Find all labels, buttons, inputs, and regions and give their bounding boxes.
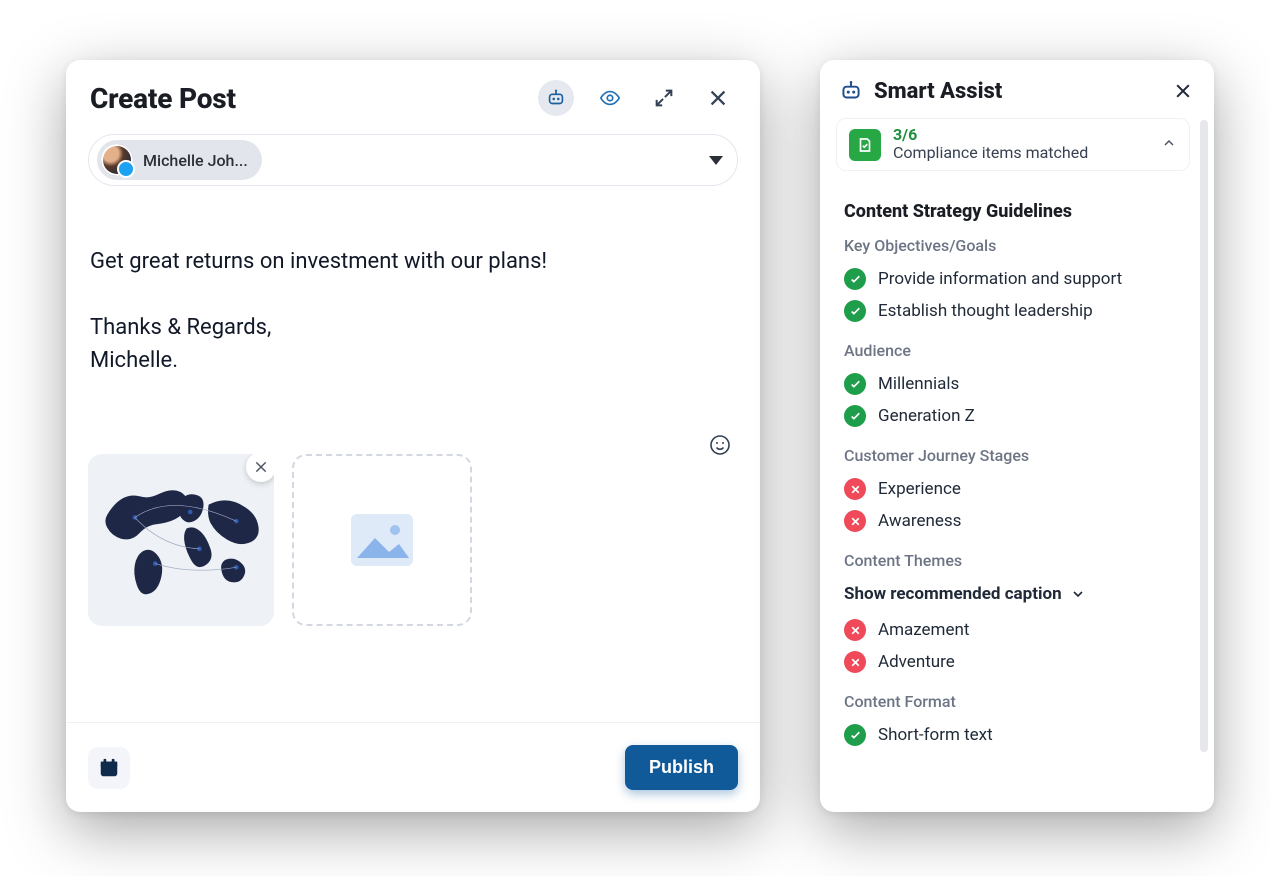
guideline-item: Millennials <box>844 368 1182 400</box>
guideline-label: Short-form text <box>878 725 993 745</box>
compose-header: Create Post <box>66 60 760 126</box>
image-placeholder-icon <box>349 512 415 568</box>
chevron-down-icon <box>1070 586 1086 602</box>
attachment-thumbnail[interactable] <box>88 454 274 626</box>
robot-icon <box>545 87 567 109</box>
close-compose-button[interactable] <box>700 80 736 116</box>
check-icon <box>844 373 866 395</box>
show-recommended-caption[interactable]: Show recommended caption <box>844 578 1182 614</box>
avatar <box>101 144 133 176</box>
smart-assist-header: Smart Assist <box>820 60 1214 114</box>
eye-icon <box>599 87 621 109</box>
show-recommended-label: Show recommended caption <box>844 584 1062 604</box>
subhead-journey: Customer Journey Stages <box>844 446 1182 465</box>
guideline-label: Experience <box>878 479 961 499</box>
expand-button[interactable] <box>646 80 682 116</box>
smile-icon <box>708 433 732 457</box>
guidelines-heading: Content Strategy Guidelines <box>844 201 1182 222</box>
publish-label: Publish <box>649 757 714 777</box>
close-icon <box>253 459 269 475</box>
compliance-label: Compliance items matched <box>893 143 1149 162</box>
guideline-item: Establish thought leadership <box>844 295 1182 327</box>
cross-icon <box>844 478 866 500</box>
guideline-item: Short-form text <box>844 719 1182 751</box>
guideline-item: Awareness <box>844 505 1182 537</box>
emoji-picker-button[interactable] <box>708 400 734 426</box>
calendar-icon <box>98 757 120 779</box>
account-selector[interactable]: Michelle Joh... <box>88 134 738 186</box>
chevron-down-icon <box>709 156 723 165</box>
check-icon <box>844 268 866 290</box>
check-icon <box>844 724 866 746</box>
compose-textarea[interactable]: Get great returns on investment with our… <box>66 186 760 420</box>
check-icon <box>844 300 866 322</box>
guideline-item: Generation Z <box>844 400 1182 432</box>
document-check-icon <box>849 129 881 161</box>
subhead-themes: Content Themes <box>844 551 1182 570</box>
publish-button[interactable]: Publish <box>625 745 738 790</box>
chevron-up-icon <box>1161 135 1177 155</box>
guideline-label: Amazement <box>878 620 969 640</box>
remove-attachment-button[interactable] <box>246 454 274 482</box>
smart-assist-body[interactable]: 3/6 Compliance items matched Content Str… <box>820 114 1214 812</box>
guideline-label: Awareness <box>878 511 961 531</box>
guideline-item: Experience <box>844 473 1182 505</box>
cross-icon <box>844 510 866 532</box>
worldmap-icon <box>98 464 264 602</box>
compose-header-actions <box>538 80 736 116</box>
subhead-format: Content Format <box>844 692 1182 711</box>
compose-title: Create Post <box>90 82 538 115</box>
compose-body-text: Get great returns on investment with our… <box>90 249 547 373</box>
account-chip[interactable]: Michelle Joh... <box>97 140 262 180</box>
cross-icon <box>844 619 866 641</box>
add-attachment-button[interactable] <box>292 454 472 626</box>
account-name: Michelle Joh... <box>143 151 248 170</box>
guideline-item: Amazement <box>844 614 1182 646</box>
schedule-button[interactable] <box>88 747 130 789</box>
create-post-panel: Create Post <box>66 60 760 812</box>
guideline-label: Generation Z <box>878 406 975 426</box>
close-icon <box>1173 81 1193 101</box>
subhead-audience: Audience <box>844 341 1182 360</box>
scrollbar[interactable] <box>1200 120 1208 752</box>
compliance-count: 3/6 <box>893 127 1149 143</box>
attachments-row <box>66 420 760 636</box>
guideline-label: Adventure <box>878 652 955 672</box>
check-icon <box>844 405 866 427</box>
close-smart-assist-button[interactable] <box>1170 78 1196 104</box>
compliance-text: 3/6 Compliance items matched <box>893 127 1149 162</box>
compliance-summary[interactable]: 3/6 Compliance items matched <box>836 118 1190 171</box>
guideline-item: Provide information and support <box>844 263 1182 295</box>
subhead-key-objectives: Key Objectives/Goals <box>844 236 1182 255</box>
smart-assist-panel: Smart Assist 3/6 Compliance items matche… <box>820 60 1214 812</box>
robot-icon <box>838 78 864 104</box>
guideline-label: Establish thought leadership <box>878 301 1093 321</box>
guideline-label: Provide information and support <box>878 269 1122 289</box>
preview-button[interactable] <box>592 80 628 116</box>
close-icon <box>707 87 729 109</box>
expand-icon <box>653 87 675 109</box>
smart-assist-title: Smart Assist <box>874 79 1160 104</box>
cross-icon <box>844 651 866 673</box>
compose-footer: Publish <box>66 722 760 812</box>
ai-assist-toggle[interactable] <box>538 80 574 116</box>
guideline-label: Millennials <box>878 374 959 394</box>
guideline-item: Adventure <box>844 646 1182 678</box>
